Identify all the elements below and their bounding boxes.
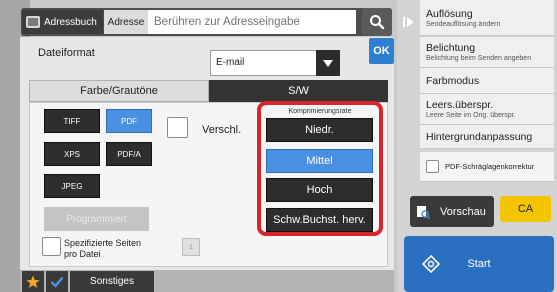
file-format-label: Dateiformat xyxy=(38,47,95,59)
file-type-pdf-button[interactable]: PDF xyxy=(106,109,152,133)
preview-label: Vorschau xyxy=(440,205,486,218)
encrypt-checkbox[interactable] xyxy=(167,117,188,138)
sidebar-item-subtitle: Belichtung beim Senden angeben xyxy=(426,55,532,62)
compression-low-button[interactable]: Niedr. xyxy=(266,118,373,142)
sidebar-item-pdf-skew[interactable]: PDF-Schräglagenkorrektur xyxy=(420,152,554,182)
sidebar-collapse-button[interactable] xyxy=(400,14,418,30)
file-type-tiff-button[interactable]: TIFF xyxy=(44,109,100,133)
tab-black-white[interactable]: S/W xyxy=(209,80,388,102)
pdf-skew-label: PDF-Schräglagenkorrektur xyxy=(445,162,535,171)
pages-per-file-label-line1: Spezifizierte Seiten xyxy=(64,238,142,248)
arrow-right-bar-icon xyxy=(403,17,414,27)
file-format-dropdown-button[interactable] xyxy=(316,50,340,76)
addressbook-button[interactable]: Adressbuch xyxy=(22,10,103,34)
sidebar-item-color-mode[interactable]: Farbmodus xyxy=(420,68,554,94)
search-icon xyxy=(370,15,385,30)
pages-per-file-value: 1 xyxy=(182,238,200,256)
chevron-down-icon xyxy=(323,59,333,67)
address-input[interactable] xyxy=(148,10,356,34)
sidebar-item-title: Leers.überspr. xyxy=(426,99,494,111)
checkmark-icon xyxy=(50,276,64,288)
start-diamond-icon xyxy=(422,255,440,273)
tab-color-grayscale[interactable]: Farbe/Grautöne xyxy=(29,80,209,102)
file-type-jpeg-button[interactable]: JPEG xyxy=(44,174,100,198)
file-type-pdfa-button[interactable]: PDF/A xyxy=(106,142,152,166)
clear-all-button[interactable]: CA xyxy=(500,196,551,222)
star-icon xyxy=(26,275,40,288)
start-button[interactable]: Start xyxy=(404,236,554,292)
compression-emphasize-black-text-button[interactable]: Schw.Buchst. herv. xyxy=(266,208,373,232)
sidebar-item-exposure[interactable]: Belichtung Belichtung beim Senden angebe… xyxy=(420,37,554,68)
addressbook-icon xyxy=(26,16,40,28)
file-type-xps-button[interactable]: XPS xyxy=(44,142,100,166)
sidebar-item-title: Belichtung xyxy=(426,42,476,54)
favorite-button[interactable] xyxy=(22,271,44,292)
preview-button[interactable]: Vorschau xyxy=(410,196,494,227)
other-settings-button[interactable]: Sonstiges xyxy=(70,271,154,292)
pages-per-file-label-line2: pro Datei xyxy=(64,249,101,259)
pdf-skew-checkbox[interactable] xyxy=(426,160,439,173)
sidebar-item-skip-blank[interactable]: Leers.überspr. Leere Seite im Orig. über… xyxy=(420,94,554,125)
sidebar-item-resolution[interactable]: Auflösung Sendeauflösung ändern xyxy=(420,0,554,36)
sidebar-item-subtitle: Sendeauflösung ändern xyxy=(426,20,501,28)
sidebar-item-title: Auflösung xyxy=(426,7,473,20)
preview-icon xyxy=(417,205,430,219)
compression-medium-button[interactable]: Mittel xyxy=(266,149,373,173)
start-label: Start xyxy=(467,258,491,270)
confirm-settings-button[interactable] xyxy=(46,271,68,292)
programmed-button[interactable]: Programmiert xyxy=(44,207,149,231)
pages-per-file-label: Spezifizierte Seiten pro Datei xyxy=(64,238,141,260)
sidebar-item-background-adjust[interactable]: Hintergrundanpassung xyxy=(420,125,554,149)
compression-rate-label: Komprimierungsrate xyxy=(288,108,352,115)
compression-high-button[interactable]: Hoch xyxy=(266,178,373,202)
sidebar-item-title: Hintergrundanpassung xyxy=(426,130,533,143)
sidebar-item-title: Farbmodus xyxy=(426,74,480,87)
addressbook-label: Adressbuch xyxy=(44,16,97,28)
sidebar-item-subtitle: Leere Seite im Orig. überspr. xyxy=(426,112,516,119)
pages-per-file-checkbox[interactable] xyxy=(42,237,61,256)
address-tab[interactable]: Adresse xyxy=(104,10,148,34)
file-format-value: E-mail xyxy=(216,57,245,68)
encrypt-label: Verschl. xyxy=(202,124,242,136)
search-button[interactable] xyxy=(362,8,392,36)
ok-button[interactable]: OK xyxy=(369,38,394,64)
